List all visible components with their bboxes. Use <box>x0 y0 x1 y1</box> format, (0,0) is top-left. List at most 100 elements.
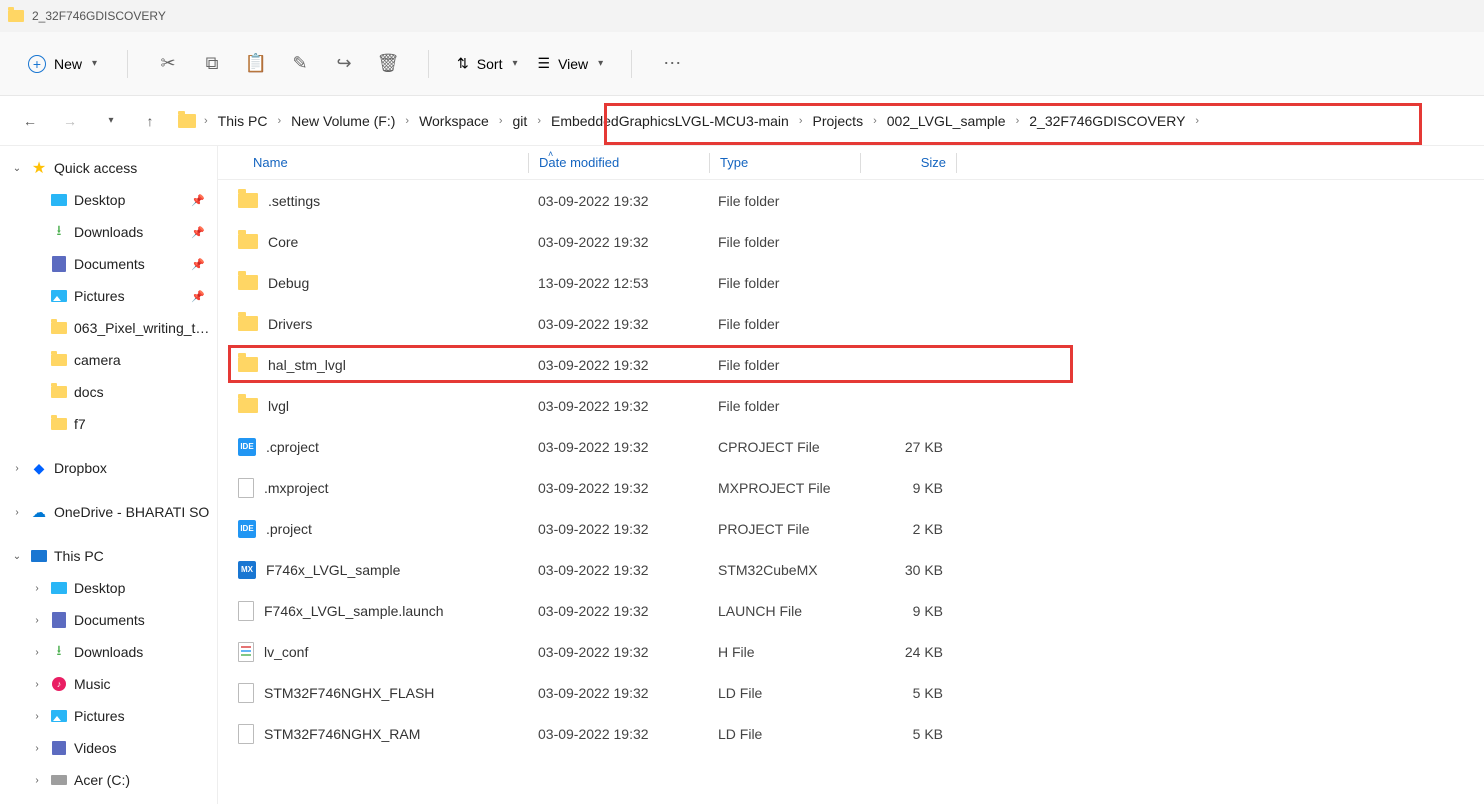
sidebar-drive-acer[interactable]: › Acer (C:) <box>0 764 217 796</box>
file-row[interactable]: lvgl03-09-2022 19:32File folder <box>218 385 1484 426</box>
column-name[interactable]: Name <box>218 146 528 179</box>
more-button[interactable]: ⋯ <box>652 44 692 84</box>
breadcrumb-item[interactable]: Projects <box>807 109 870 133</box>
file-row[interactable]: MXF746x_LVGL_sample03-09-2022 19:32STM32… <box>218 549 1484 590</box>
sidebar-documents[interactable]: Documents 📌 <box>0 248 217 280</box>
pin-icon: 📌 <box>191 258 205 271</box>
sidebar-pc-downloads[interactable]: › ⭳ Downloads <box>0 636 217 668</box>
share-button[interactable]: ↪ <box>324 44 364 84</box>
file-row[interactable]: hal_stm_lvgl03-09-2022 19:32File folder <box>218 344 1484 385</box>
sidebar-folder-camera[interactable]: camera <box>0 344 217 376</box>
up-button[interactable]: ↑ <box>134 105 166 137</box>
breadcrumb-item[interactable]: EmbeddedGraphicsLVGL-MCU3-main <box>545 109 795 133</box>
column-type[interactable]: Type <box>710 146 860 179</box>
breadcrumb-item[interactable]: New Volume (F:) <box>285 109 401 133</box>
chevron-right-icon: › <box>30 679 44 690</box>
cut-button[interactable]: ✂ <box>148 44 188 84</box>
file-size: 2 KB <box>858 521 953 537</box>
file-date: 03-09-2022 19:32 <box>528 480 708 496</box>
download-icon: ⭳ <box>50 643 68 661</box>
pictures-icon <box>51 290 67 302</box>
sidebar-pc-documents[interactable]: › Documents <box>0 604 217 636</box>
file-date: 03-09-2022 19:32 <box>528 644 708 660</box>
chevron-down-icon: ⌄ <box>10 163 24 174</box>
file-row[interactable]: F746x_LVGL_sample.launch03-09-2022 19:32… <box>218 590 1484 631</box>
file-row[interactable]: lv_conf03-09-2022 19:32H File24 KB <box>218 631 1484 672</box>
file-size: 9 KB <box>858 603 953 619</box>
breadcrumb-item[interactable]: Workspace <box>413 109 495 133</box>
chevron-right-icon: › <box>30 775 44 786</box>
paste-button[interactable]: 📋 <box>236 44 276 84</box>
cloud-icon: ☁ <box>30 503 48 521</box>
column-label: Size <box>921 155 946 170</box>
forward-button[interactable]: → <box>54 105 86 137</box>
breadcrumb-item[interactable]: 002_LVGL_sample <box>881 109 1012 133</box>
chevron-down-icon: ▾ <box>92 58 97 69</box>
sidebar-label: 063_Pixel_writing_to_d <box>74 320 211 336</box>
chevron-right-icon: › <box>200 115 212 127</box>
sidebar-pc-pictures[interactable]: › Pictures <box>0 700 217 732</box>
pin-icon: 📌 <box>191 290 205 303</box>
file-size: 5 KB <box>858 726 953 742</box>
file-size: 9 KB <box>858 480 953 496</box>
recent-button[interactable]: ▾ <box>94 105 126 137</box>
file-row[interactable]: .mxproject03-09-2022 19:32MXPROJECT File… <box>218 467 1484 508</box>
rename-button[interactable]: ✎ <box>280 44 320 84</box>
copy-button[interactable]: ⧉ <box>192 44 232 84</box>
file-row[interactable]: STM32F746NGHX_RAM03-09-2022 19:32LD File… <box>218 713 1484 754</box>
sidebar-quick-access[interactable]: ⌄ ★ Quick access <box>0 152 217 184</box>
address-bar[interactable]: › This PC›New Volume (F:)›Workspace›git›… <box>174 106 1470 136</box>
sort-label: Sort <box>477 56 503 72</box>
sort-icon: ⇅ <box>457 55 469 72</box>
sidebar-pictures[interactable]: Pictures 📌 <box>0 280 217 312</box>
breadcrumb-item[interactable]: git <box>507 109 534 133</box>
chevron-down-icon: ▾ <box>598 58 603 69</box>
file-name: .project <box>266 521 312 537</box>
sidebar-downloads[interactable]: ⭳ Downloads 📌 <box>0 216 217 248</box>
breadcrumb-item[interactable]: 2_32F746GDISCOVERY <box>1023 109 1191 133</box>
view-label: View <box>558 56 588 72</box>
file-row[interactable]: Core03-09-2022 19:32File folder <box>218 221 1484 262</box>
chevron-right-icon: › <box>30 743 44 754</box>
file-row[interactable]: .settings03-09-2022 19:32File folder <box>218 180 1484 221</box>
column-date[interactable]: Date modified <box>529 146 709 179</box>
file-row[interactable]: Drivers03-09-2022 19:32File folder <box>218 303 1484 344</box>
file-row[interactable]: IDE.project03-09-2022 19:32PROJECT File2… <box>218 508 1484 549</box>
sidebar-label: Downloads <box>74 644 211 660</box>
file-size: 30 KB <box>858 562 953 578</box>
file-row[interactable]: STM32F746NGHX_FLASH03-09-2022 19:32LD Fi… <box>218 672 1484 713</box>
sidebar-folder-pixel[interactable]: 063_Pixel_writing_to_d <box>0 312 217 344</box>
breadcrumb-item[interactable]: This PC <box>212 109 274 133</box>
download-icon: ⭳ <box>50 223 68 241</box>
chevron-right-icon: › <box>401 115 413 127</box>
sidebar-dropbox[interactable]: › ◆ Dropbox <box>0 452 217 484</box>
chevron-down-icon: ⌄ <box>10 551 24 562</box>
column-size[interactable]: Size <box>861 146 956 179</box>
chevron-right-icon: › <box>495 115 507 127</box>
sidebar-this-pc[interactable]: ⌄ This PC <box>0 540 217 572</box>
sidebar-pc-desktop[interactable]: › Desktop <box>0 572 217 604</box>
music-icon: ♪ <box>52 677 66 691</box>
back-button[interactable]: ← <box>14 105 46 137</box>
file-icon <box>238 724 254 744</box>
view-button[interactable]: ☰ View ▾ <box>530 51 612 76</box>
file-icon <box>238 601 254 621</box>
sidebar-folder-f7[interactable]: f7 <box>0 408 217 440</box>
chevron-right-icon: › <box>1191 115 1203 127</box>
sidebar-label: Downloads <box>74 224 185 240</box>
file-name: Drivers <box>268 316 312 332</box>
file-row[interactable]: Debug13-09-2022 12:53File folder <box>218 262 1484 303</box>
sidebar-onedrive[interactable]: › ☁ OneDrive - BHARATI SO <box>0 496 217 528</box>
sidebar-folder-docs[interactable]: docs <box>0 376 217 408</box>
sidebar-label: Pictures <box>74 708 211 724</box>
sidebar-pc-videos[interactable]: › Videos <box>0 732 217 764</box>
delete-button[interactable]: 🗑 <box>368 44 408 84</box>
file-row[interactable]: IDE.cproject03-09-2022 19:32CPROJECT Fil… <box>218 426 1484 467</box>
sidebar-pc-music[interactable]: › ♪ Music <box>0 668 217 700</box>
new-button[interactable]: + New ▾ <box>18 49 107 79</box>
file-date: 03-09-2022 19:32 <box>528 234 708 250</box>
sort-button[interactable]: ⇅ Sort ▾ <box>449 51 525 76</box>
chevron-right-icon: › <box>30 647 44 658</box>
folder-icon <box>51 418 67 430</box>
sidebar-desktop[interactable]: Desktop 📌 <box>0 184 217 216</box>
